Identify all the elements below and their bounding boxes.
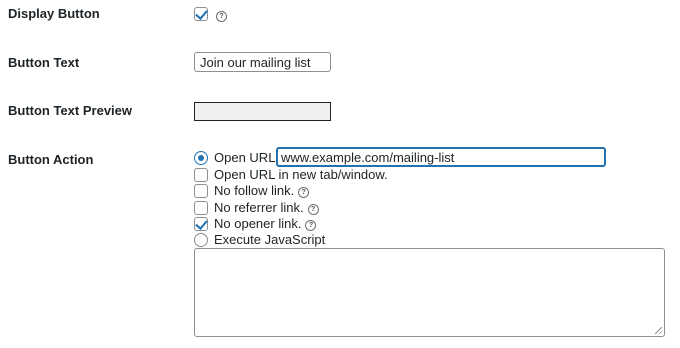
no-follow-label: No follow link.: [214, 183, 295, 198]
open-url-label: Open URL:: [214, 150, 280, 165]
execute-js-radio[interactable]: [194, 233, 208, 247]
no-follow-checkbox[interactable]: [194, 184, 208, 198]
no-follow-option: No follow link.?: [214, 183, 310, 198]
display-button-label: Display Button: [8, 6, 100, 21]
button-text-input[interactable]: [194, 52, 331, 72]
no-opener-option: No opener link.?: [214, 216, 317, 231]
open-url-radio[interactable]: [194, 151, 208, 165]
display-button-checkbox[interactable]: [194, 7, 208, 21]
button-action-label: Button Action: [8, 152, 94, 167]
execute-js-textarea[interactable]: [194, 248, 665, 337]
no-referrer-label: No referrer link.: [214, 200, 304, 215]
resize-handle-icon[interactable]: [655, 327, 662, 334]
no-referrer-option: No referrer link.?: [214, 200, 319, 215]
checkmark-icon: [195, 217, 208, 230]
new-tab-label: Open URL in new tab/window.: [214, 167, 388, 182]
new-tab-checkbox[interactable]: [194, 168, 208, 182]
button-text-label: Button Text: [8, 55, 80, 70]
display-button-help[interactable]: ?: [212, 7, 227, 22]
execute-js-label: Execute JavaScript: [214, 232, 326, 247]
button-text-preview-box: [194, 102, 331, 121]
help-icon[interactable]: ?: [307, 204, 319, 215]
no-referrer-checkbox[interactable]: [194, 201, 208, 215]
checkmark-icon: [195, 7, 208, 20]
help-icon[interactable]: ?: [305, 220, 317, 231]
help-icon[interactable]: ?: [298, 187, 310, 198]
no-opener-label: No opener link.: [214, 216, 302, 231]
button-text-preview-label: Button Text Preview: [8, 103, 133, 118]
open-url-input[interactable]: [276, 147, 606, 167]
no-opener-checkbox[interactable]: [194, 217, 208, 231]
radio-selected-dot: [198, 155, 204, 161]
help-icon: ?: [216, 11, 227, 22]
